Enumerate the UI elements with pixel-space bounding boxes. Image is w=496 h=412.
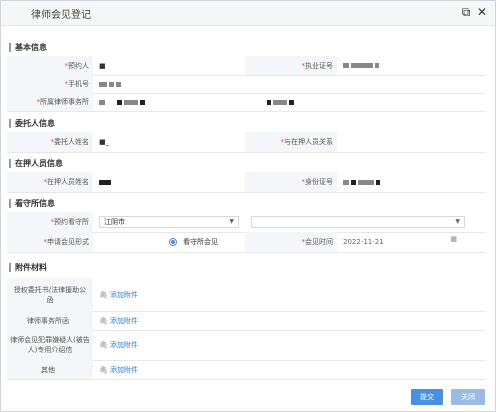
attachment-row: 律师事务所函 🖇 添加附件 (7, 311, 485, 331)
paperclip-icon: 🖇 (99, 290, 108, 299)
attachment-label: 其他 (7, 360, 93, 379)
section-facility-title: 看守所信息 (15, 199, 55, 208)
calendar-icon[interactable]: ▦ (450, 235, 457, 243)
detainee-name-label: * 在押人员姓名 (7, 172, 93, 192)
detainee-name-value (93, 172, 245, 192)
paperclip-icon: 🖇 (99, 365, 108, 374)
method-option[interactable]: 看守所会见 (163, 232, 243, 252)
time-field[interactable]: 2022-11-21 ▦ (337, 232, 467, 252)
relation-label: * 与在押人员关系 (245, 132, 337, 152)
attachment-row: 其他 🖇 添加附件 (7, 360, 485, 380)
section-attachments-title: 附件材料 (15, 263, 47, 272)
close-icon[interactable]: ✕ (475, 5, 489, 19)
section-basic-title: 基本信息 (15, 43, 47, 52)
dialog-window: 律师会见登记 ⧉ ✕ 基本信息 * 预约人 ■ * 执业证号 * 手机号 * 所属律师事… (0, 0, 496, 412)
paperclip-icon: 🖇 (99, 316, 108, 325)
close-button[interactable]: 关闭 (451, 389, 485, 405)
row-client: * 委托人姓名 ■_ * 与在押人员关系 (7, 132, 485, 153)
paperclip-icon: 🖇 (99, 341, 108, 349)
row-facility-select: * 预约看守所 江阴市 ▼ ▼ (7, 212, 485, 233)
appt-facility-label: * 预约看守所 (7, 212, 93, 232)
appointee-value: ■ (99, 61, 106, 70)
appointee-label: * 预约人 (7, 56, 93, 75)
facility-select[interactable]: ▼ (251, 216, 465, 228)
row-firm: * 所属律师事务所 (7, 93, 485, 112)
attachment-label: 律师会见犯罪嫌疑人(被告人)专用介绍信 (7, 330, 93, 360)
detainee-id-label: * 身份证号 (245, 172, 337, 192)
license-value (337, 56, 485, 75)
dialog-title: 律师会见登记 (31, 10, 91, 21)
license-label: * 执业证号 (245, 56, 337, 75)
add-attachment-link[interactable]: 🖇 添加附件 (93, 278, 213, 311)
method-label: * 申请会见形式 (7, 232, 93, 252)
chevron-down-icon: ▼ (229, 218, 234, 225)
chevron-down-icon: ▼ (455, 218, 460, 225)
row-appointee: * 预约人 ■ * 执业证号 (7, 56, 485, 76)
row-phone: * 手机号 (7, 75, 485, 94)
firm-label: * 所属律师事务所 (7, 93, 93, 111)
firm-value (93, 93, 485, 111)
add-attachment-link[interactable]: 🖇 添加附件 (93, 330, 213, 360)
section-detainee: 在押人员信息 (7, 156, 485, 171)
add-attachment-link[interactable]: 🖇 添加附件 (93, 360, 213, 379)
title-bar: 律师会见登记 ⧉ ✕ (1, 1, 495, 26)
add-attachment-link[interactable]: 🖇 添加附件 (93, 311, 213, 330)
attachment-row: 授权委托书/法律援助公函 🖇 添加附件 (7, 278, 485, 312)
relation-value (337, 132, 485, 152)
client-name-label: * 委托人姓名 (7, 132, 93, 152)
city-select[interactable]: 江阴市 ▼ (99, 216, 239, 228)
form-content: 基本信息 * 预约人 ■ * 执业证号 * 手机号 * 所属律师事务所 委托人信息 * 委… (7, 34, 485, 384)
row-method: * 申请会见形式 看守所会见 * 会见时间 2022-11-21 ▦ (7, 232, 485, 253)
phone-value (93, 75, 245, 93)
client-name-value: ■_ (99, 138, 110, 146)
attachment-label: 授权委托书/法律援助公函 (7, 278, 93, 311)
section-basic: 基本信息 (7, 40, 485, 55)
attachment-label: 律师事务所函 (7, 311, 93, 330)
row-detainee: * 在押人员姓名 * 身份证号 (7, 172, 485, 193)
section-client: 委托人信息 (7, 116, 485, 131)
section-attachments: 附件材料 (7, 260, 485, 275)
section-facility: 看守所信息 (7, 196, 485, 211)
maximize-icon[interactable]: ⧉ (459, 5, 473, 19)
submit-button[interactable]: 提交 (411, 389, 443, 405)
attachment-row: 律师会见犯罪嫌疑人(被告人)专用介绍信 🖇 添加附件 (7, 330, 485, 361)
section-detainee-title: 在押人员信息 (15, 159, 63, 168)
radio-selected[interactable] (169, 238, 177, 246)
section-client-title: 委托人信息 (15, 119, 55, 128)
phone-label: * 手机号 (7, 75, 93, 93)
time-label: * 会见时间 (245, 232, 337, 252)
detainee-id-value (337, 172, 485, 192)
